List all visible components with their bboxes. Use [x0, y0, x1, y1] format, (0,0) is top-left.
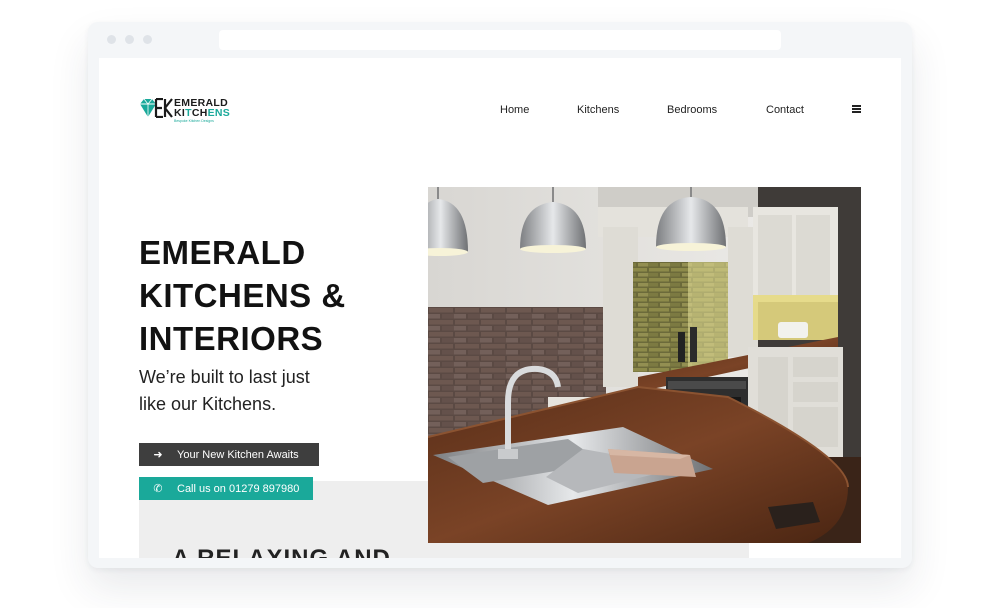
window-dot-close: [107, 35, 116, 44]
kitchen-awaits-button-label: Your New Kitchen Awaits: [177, 448, 299, 461]
hero-title-line-2: KITCHENS &: [139, 277, 346, 314]
call-us-button[interactable]: ✆ Call us on 01279 897980: [139, 477, 313, 500]
hero-title-line-3: INTERIORS: [139, 320, 324, 357]
nav-link-bedrooms[interactable]: Bedrooms: [667, 104, 717, 116]
intro-section-heading: A RELAXING AND: [172, 545, 391, 558]
hero-title-line-1: EMERALD: [139, 234, 306, 271]
logo-tagline: Bespoke Kitchen Designs: [174, 119, 214, 123]
nav-link-kitchens[interactable]: Kitchens: [577, 104, 619, 116]
kitchen-photo: [428, 187, 861, 543]
logo-line-2-part-a: KI: [174, 107, 186, 119]
hero-title: EMERALD KITCHENS & INTERIORS: [139, 231, 399, 360]
hero-subtitle: We’re built to last just like our Kitche…: [139, 364, 379, 418]
logo-line-2-part-c: CH: [191, 107, 208, 119]
nav-link-home[interactable]: Home: [500, 104, 529, 116]
window-dot-minimize: [125, 35, 134, 44]
nav-link-contact[interactable]: Contact: [766, 104, 804, 116]
hero-subtitle-line-1: We’re built to last just: [139, 367, 310, 387]
web-page: EMERALD KITCHENS Bespoke Kitchen Designs…: [99, 58, 901, 558]
arrow-right-icon: ➜: [153, 449, 163, 461]
phone-icon: ✆: [153, 483, 163, 495]
logo-line-2-part-d: ENS: [207, 107, 231, 119]
site-logo[interactable]: EMERALD KITCHENS Bespoke Kitchen Designs: [139, 98, 239, 124]
hamburger-menu-icon[interactable]: [852, 105, 861, 114]
logo-line-2: KITCHENS: [174, 107, 231, 119]
kitchen-awaits-button[interactable]: ➜ Your New Kitchen Awaits: [139, 443, 319, 466]
hero-subtitle-line-2: like our Kitchens.: [139, 394, 277, 414]
logo-line-2-part-b: T: [185, 107, 192, 119]
logo-wordmark: EMERALD KITCHENS: [174, 98, 231, 119]
window-dot-maximize: [143, 35, 152, 44]
emerald-gem-icon: [140, 98, 173, 118]
address-bar[interactable]: [219, 30, 781, 50]
call-us-button-label: Call us on 01279 897980: [177, 482, 300, 495]
